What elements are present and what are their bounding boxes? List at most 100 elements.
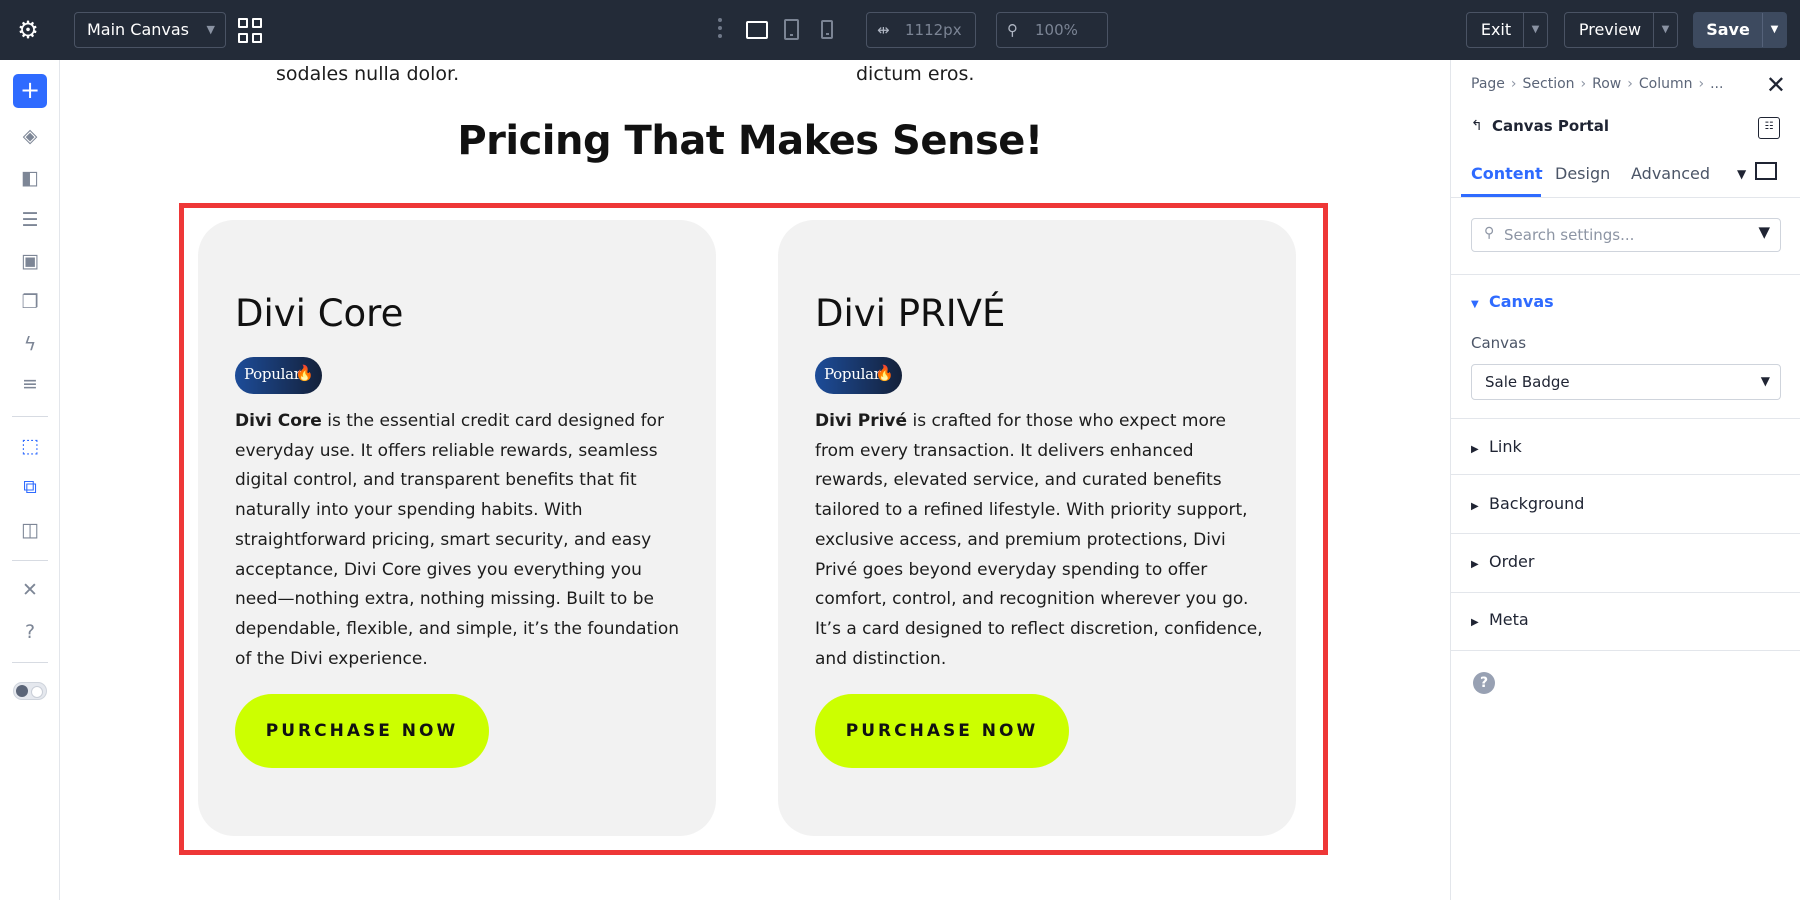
- save-label: Save: [1706, 20, 1750, 39]
- group-order-label: Order: [1489, 552, 1535, 571]
- previous-section-text: sodales nulla dolor.: [276, 63, 460, 85]
- card-description-bold: Divi Privé: [815, 411, 908, 431]
- tab-advanced[interactable]: Advanced: [1631, 164, 1710, 183]
- tablet-view-icon[interactable]: [784, 19, 799, 40]
- width-arrows-icon: ⇹: [877, 21, 890, 39]
- layers-icon[interactable]: ◈: [16, 122, 44, 150]
- preview-dropdown-icon[interactable]: ▼: [1653, 13, 1677, 47]
- responsive-view-icon[interactable]: [1755, 162, 1777, 180]
- page-heading: Pricing That Makes Sense!: [457, 118, 1043, 164]
- preview-label: Preview: [1578, 20, 1642, 39]
- group-background-label: Background: [1489, 494, 1585, 513]
- canvas-field-label: Canvas: [1471, 334, 1527, 352]
- left-sidebar: + ◈ ◧ ☰ ▣ ❐ ϟ ≡ ⬚ ⧉ ◫ ✕ ?: [0, 60, 60, 900]
- save-dropdown-icon[interactable]: ▼: [1762, 13, 1786, 47]
- purchase-now-button[interactable]: PURCHASE NOW: [815, 694, 1069, 768]
- group-meta-label: Meta: [1489, 610, 1529, 629]
- grid-view-icon[interactable]: [238, 18, 264, 44]
- chevron-down-icon: ▼: [1760, 374, 1770, 388]
- phone-view-icon[interactable]: [821, 20, 833, 39]
- close-icon[interactable]: ✕: [1766, 71, 1786, 99]
- divider: [1451, 650, 1800, 651]
- breadcrumb-item[interactable]: Section: [1523, 76, 1575, 92]
- presets-icon[interactable]: ☷: [1758, 117, 1780, 139]
- exit-dropdown-icon[interactable]: ▼: [1523, 13, 1547, 47]
- purchase-now-button[interactable]: PURCHASE NOW: [235, 694, 489, 768]
- group-canvas-label: Canvas: [1489, 292, 1554, 311]
- group-order-toggle[interactable]: ▶ Order: [1471, 552, 1534, 571]
- caret-right-icon: ▶: [1471, 444, 1479, 455]
- layout-icon[interactable]: ▣: [16, 247, 44, 275]
- template-eye-icon[interactable]: ◫: [16, 516, 44, 544]
- breadcrumb-item[interactable]: ...: [1710, 76, 1723, 92]
- canvas-select-field[interactable]: Sale Badge ▼: [1471, 364, 1781, 400]
- sidebar-divider: [12, 416, 48, 417]
- tools-icon[interactable]: ✕: [16, 576, 44, 604]
- card-description: Divi Core is the essential credit card d…: [235, 407, 685, 674]
- pricing-card[interactable]: Divi Core Popular 🔥 Divi Core is the ess…: [198, 220, 716, 836]
- canvas-select[interactable]: Main Canvas ▼: [74, 12, 226, 48]
- chevron-down-icon[interactable]: ▼: [1737, 167, 1746, 181]
- help-icon[interactable]: ?: [1473, 672, 1495, 694]
- caret-right-icon: ▶: [1471, 501, 1479, 512]
- group-background-toggle[interactable]: ▶ Background: [1471, 494, 1584, 513]
- pages-icon[interactable]: ❐: [16, 288, 44, 316]
- list-icon[interactable]: ≡: [16, 370, 44, 398]
- canvas-select-field-value: Sale Badge: [1485, 373, 1570, 391]
- group-link-toggle[interactable]: ▶ Link: [1471, 437, 1522, 456]
- group-canvas-toggle[interactable]: ▼ Canvas: [1471, 292, 1554, 311]
- search-input[interactable]: ⚲ Search settings... ▼: [1471, 218, 1781, 252]
- sidebar-divider: [12, 560, 48, 561]
- preview-button[interactable]: Preview ▼: [1564, 12, 1678, 48]
- exit-button[interactable]: Exit ▼: [1466, 12, 1548, 48]
- zoom-value: 100%: [1035, 21, 1078, 39]
- sidebar-divider: [12, 662, 48, 663]
- settings-tabs: Content Design Advanced ▼: [1451, 156, 1800, 198]
- divider: [1451, 274, 1800, 275]
- save-button[interactable]: Save ▼: [1693, 12, 1787, 48]
- divider: [1451, 474, 1800, 475]
- lightning-icon[interactable]: ϟ: [16, 330, 44, 358]
- back-arrow-icon[interactable]: ↰: [1471, 118, 1483, 134]
- breadcrumb-item[interactable]: Column: [1639, 76, 1693, 92]
- add-icon[interactable]: +: [13, 74, 47, 108]
- multi-select-icon[interactable]: ⧉: [16, 473, 44, 501]
- click-select-icon[interactable]: ⬚: [16, 432, 44, 460]
- breadcrumb-item[interactable]: Page: [1471, 76, 1505, 92]
- database-icon[interactable]: ☰: [16, 206, 44, 234]
- module-title: Canvas Portal: [1492, 117, 1609, 135]
- card-description: Divi Privé is crafted for those who expe…: [815, 407, 1265, 674]
- gear-icon[interactable]: ⚙: [14, 16, 42, 44]
- breadcrumb-item[interactable]: Row: [1592, 76, 1621, 92]
- divider: [1451, 418, 1800, 419]
- theme-icon[interactable]: ◧: [16, 164, 44, 192]
- card-title: Divi Core: [235, 292, 404, 335]
- group-meta-toggle[interactable]: ▶ Meta: [1471, 610, 1529, 629]
- pricing-card[interactable]: Divi PRIVÉ Popular 🔥 Divi Privé is craft…: [778, 220, 1296, 836]
- drag-handle-icon[interactable]: [717, 18, 723, 42]
- card-description-text: is the essential credit card designed fo…: [235, 411, 680, 669]
- builder-canvas: sodales nulla dolor. dictum eros. Pricin…: [60, 60, 1450, 900]
- fire-icon: 🔥: [875, 364, 894, 382]
- exit-label: Exit: [1480, 20, 1512, 39]
- caret-right-icon: ▶: [1471, 559, 1479, 570]
- badge-label: Popular: [824, 365, 881, 383]
- caret-right-icon: ▶: [1471, 617, 1479, 628]
- badge-label: Popular: [244, 365, 301, 383]
- group-link-label: Link: [1489, 437, 1522, 456]
- help-icon[interactable]: ?: [16, 618, 44, 646]
- mode-toggle[interactable]: [13, 682, 47, 700]
- chevron-down-icon: ▼: [206, 23, 215, 36]
- divider: [1451, 592, 1800, 593]
- tab-content[interactable]: Content: [1471, 164, 1543, 183]
- settings-panel: Page › Section › Row › Column ›... ✕ ↰ Canvas P…: [1450, 60, 1800, 900]
- canvas-select-value: Main Canvas: [87, 20, 190, 39]
- top-toolbar: ⚙ Main Canvas ▼ ⇹ 1112px ⚲ 100% Exit ▼ P…: [0, 0, 1800, 60]
- search-icon: ⚲: [1484, 225, 1495, 241]
- tab-design[interactable]: Design: [1555, 164, 1610, 183]
- filter-icon[interactable]: ▼: [1758, 223, 1770, 241]
- zoom-field[interactable]: ⚲ 100%: [996, 12, 1108, 48]
- canvas-width-field[interactable]: ⇹ 1112px: [866, 12, 976, 48]
- desktop-view-icon[interactable]: [746, 21, 768, 39]
- card-description-bold: Divi Core: [235, 411, 322, 431]
